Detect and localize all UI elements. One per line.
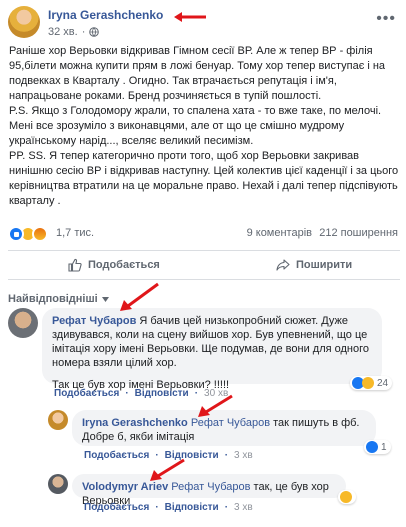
author-avatar[interactable] [8, 6, 40, 38]
comment-like-link[interactable]: Подобається [54, 388, 119, 399]
share-button[interactable]: Поширити [276, 258, 352, 272]
comment-reactions[interactable] [338, 490, 356, 504]
sad-reaction-icon [362, 377, 374, 389]
dot-separator: · [224, 502, 229, 513]
mention-link[interactable]: Рефат Чубаров [191, 417, 270, 429]
comment-reply-link[interactable]: Відповісти [165, 502, 219, 513]
annotation-arrow-comment-3 [150, 458, 185, 481]
like-button[interactable]: Подобається [68, 258, 160, 272]
comment-actions: Подобається · Відповісти · 3 хв [84, 502, 253, 513]
comment-bubble: Volodymyr Ariev Рефат Чубаров так, це бу… [72, 474, 346, 507]
post-time[interactable]: 32 хв. [48, 26, 78, 38]
comment-reactions[interactable]: 1 [364, 440, 391, 454]
post-meta: 32 хв. · [48, 26, 100, 38]
comment-reactions[interactable]: 24 [350, 376, 393, 390]
chevron-down-icon [101, 296, 109, 302]
post-text: Раніше хор Верьовки відкривав Гімном сес… [9, 44, 399, 209]
post-author-name[interactable]: Iryna Gerashchenko [48, 8, 163, 22]
share-label: Поширити [296, 259, 353, 271]
comment-sort-dropdown[interactable]: Найвідповідніші [8, 293, 109, 305]
angry-reaction-icon [32, 226, 48, 242]
comment-time[interactable]: 3 хв [234, 450, 253, 461]
comment-bubble: Рефат Чубаров Я бачив цей низькопробний … [42, 308, 382, 391]
comments-count[interactable]: 9 коментарів [247, 227, 312, 239]
annotation-arrow-comment-1 [120, 282, 159, 311]
post-paragraph: Раніше хор Верьовки відкривав Гімном сес… [9, 45, 389, 102]
share-arrow-icon [276, 259, 290, 271]
more-options-icon[interactable]: ••• [376, 10, 396, 28]
annotation-arrow-post [174, 12, 206, 22]
comment-reaction-count: 1 [381, 441, 387, 453]
commenter-avatar[interactable] [8, 308, 38, 338]
like-reaction-icon [8, 226, 24, 242]
comment-reply-link[interactable]: Відповісти [135, 388, 189, 399]
commenter-name[interactable]: Volodymyr Ariev [82, 481, 168, 493]
like-reaction-icon [366, 441, 378, 453]
mention-link[interactable]: Рефат Чубаров [171, 481, 250, 493]
like-label: Подобається [88, 259, 160, 271]
commenter-avatar[interactable] [48, 410, 68, 430]
sad-reaction-icon [340, 491, 352, 503]
comment-reaction-count: 24 [377, 377, 389, 389]
sort-label: Найвідповідніші [8, 293, 98, 305]
post-paragraph: PP. SS. Я тепер категорично проти того, … [9, 150, 402, 207]
reactions-summary: 1,7 тис. 9 коментарів 212 поширення [8, 226, 400, 242]
shares-count[interactable]: 212 поширення [319, 227, 398, 239]
reaction-count[interactable]: 1,7 тис. [56, 227, 94, 239]
commenter-avatar[interactable] [48, 474, 68, 494]
reply-item: Volodymyr Ariev Рефат Чубаров так, це бу… [48, 474, 400, 520]
thumbs-up-icon [68, 258, 82, 272]
annotation-arrow-comment-2 [198, 394, 233, 417]
globe-icon [89, 27, 100, 37]
dot-separator: · [81, 26, 86, 38]
comment-time[interactable]: 3 хв [234, 502, 253, 513]
dot-separator: · [125, 388, 129, 399]
comment-like-link[interactable]: Подобається [84, 450, 149, 461]
comment-like-link[interactable]: Подобається [84, 502, 149, 513]
dot-separator: · [155, 502, 159, 513]
reaction-icons[interactable] [8, 226, 48, 242]
reply-item: Iryna Gerashchenko Рефат Чубаров так пиш… [48, 410, 400, 466]
commenter-name[interactable]: Iryna Gerashchenko [82, 417, 188, 429]
dot-separator: · [224, 450, 229, 461]
post-action-bar: Подобається Поширити [8, 250, 400, 280]
comment-item: Рефат Чубаров Я бачив цей низькопробний … [8, 308, 400, 404]
commenter-name[interactable]: Рефат Чубаров [52, 315, 136, 327]
post-paragraph: P.S. Якщо з Голодомору жрали, то спалена… [9, 105, 385, 147]
